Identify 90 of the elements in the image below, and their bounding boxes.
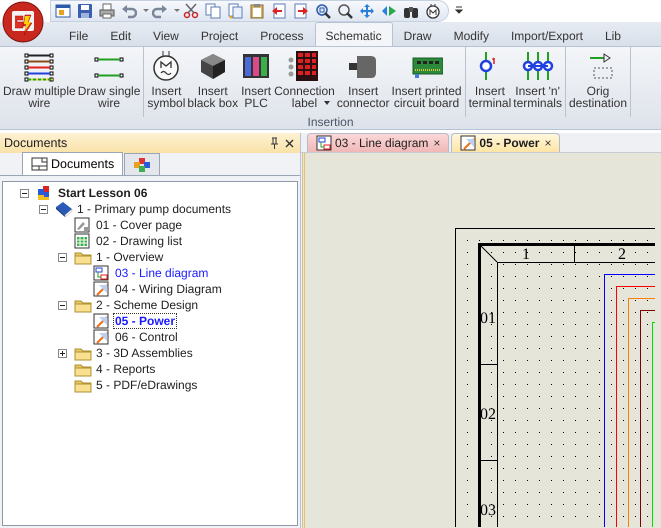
label-grid-icon: [288, 50, 320, 82]
next-page-icon[interactable]: [293, 3, 309, 19]
close-icon[interactable]: [285, 138, 294, 148]
overflow-caret-icon[interactable]: [455, 6, 463, 14]
collapse-icon[interactable]: [20, 188, 29, 198]
undo-icon[interactable]: [121, 3, 137, 19]
tree-item[interactable]: 1 - Overview: [94, 249, 166, 265]
menu-tab[interactable]: Edit: [99, 22, 142, 46]
page-pen-icon: [74, 217, 90, 233]
menu-tab[interactable]: Lib: [594, 22, 632, 46]
collapse-icon[interactable]: [58, 300, 67, 310]
copy-icon[interactable]: [205, 3, 221, 19]
pencil-page-icon: [460, 135, 476, 151]
ribbon-button[interactable]: Draw single wire: [76, 47, 142, 117]
ribbon-button[interactable]: Insert printed circuit board: [390, 47, 463, 117]
search-icon[interactable]: [337, 3, 353, 19]
row-number: 03: [480, 502, 496, 519]
tree-item[interactable]: Start Lesson 06: [56, 185, 150, 201]
zoom-fit-icon[interactable]: [315, 3, 331, 19]
ribbon-button[interactable]: Insert 'n' terminals: [512, 47, 563, 117]
panel-title: Documents: [4, 134, 68, 152]
menu-tab[interactable]: Modify: [442, 22, 500, 46]
document-tab[interactable]: 03 - Line diagram ×: [307, 133, 450, 152]
navigate-icon[interactable]: [381, 3, 397, 19]
tree-item[interactable]: 3 - 3D Assemblies: [94, 345, 195, 361]
tree-item[interactable]: 01 - Cover page: [94, 217, 184, 233]
tree-item[interactable]: 4 - Reports: [94, 361, 158, 377]
tree-item[interactable]: 1 - Primary pump documents: [75, 201, 234, 217]
panel-tab[interactable]: [124, 153, 160, 175]
tree-item[interactable]: 05 - Power: [113, 313, 178, 329]
motor-symbol-icon[interactable]: [425, 3, 441, 19]
ribbon-button[interactable]: Insert connector: [336, 47, 391, 117]
tree-item[interactable]: 5 - PDF/eDrawings: [94, 377, 200, 393]
folder-icon: [74, 250, 92, 264]
pencil-page-icon: [93, 313, 109, 329]
folder-icon: [74, 346, 92, 360]
folder-icon: [74, 298, 92, 312]
color-cubes-icon: [133, 156, 152, 172]
folder-icon: [74, 378, 92, 392]
table-page-icon: [74, 233, 90, 249]
menu-tab[interactable]: Import/Export: [500, 22, 594, 46]
document-tab[interactable]: 05 - Power ×: [451, 133, 560, 152]
row-number: 01: [480, 310, 496, 327]
redo-icon[interactable]: [152, 3, 168, 19]
pencil-page-icon: [93, 329, 109, 345]
save-icon[interactable]: [77, 3, 93, 19]
menu-tab[interactable]: Draw: [392, 22, 443, 46]
tree-item[interactable]: 2 - Scheme Design: [94, 297, 200, 313]
cubes-icon: [36, 185, 52, 201]
diagram-page-icon: [93, 265, 109, 281]
pan-icon[interactable]: [359, 3, 375, 19]
expand-icon[interactable]: [58, 348, 67, 358]
column-number: 2: [618, 246, 626, 263]
row-number: 02: [480, 406, 496, 423]
folder-icon: [74, 362, 92, 376]
pin-icon[interactable]: [270, 137, 279, 149]
window-icon[interactable]: [55, 3, 71, 19]
column-number: 1: [522, 246, 530, 263]
menu-tab[interactable]: File: [58, 22, 100, 46]
clipboard-icon[interactable]: [249, 3, 265, 19]
ribbon-button[interactable]: Draw multiple wire: [2, 47, 77, 117]
tree-item[interactable]: 03 - Line diagram: [113, 265, 210, 281]
print-icon[interactable]: [99, 3, 115, 19]
book-icon: [55, 201, 73, 217]
collapse-icon[interactable]: [39, 204, 48, 214]
tree-item[interactable]: 02 - Drawing list: [94, 233, 184, 249]
pencil-page-icon: [93, 281, 109, 297]
ribbon-button[interactable]: Connection label: [273, 47, 336, 117]
menu-tab[interactable]: Schematic: [314, 22, 393, 46]
tree-item[interactable]: 06 - Control: [113, 329, 180, 345]
tab-close-button[interactable]: ×: [539, 137, 552, 149]
tree-item[interactable]: 04 - Wiring Diagram: [113, 281, 224, 297]
tab-close-button[interactable]: ×: [428, 137, 440, 149]
ribbon-button[interactable]: Insert black box: [186, 47, 240, 117]
ribbon-button[interactable]: Insert terminal: [468, 47, 512, 117]
ribbon-button[interactable]: Insert symbol: [146, 47, 186, 117]
terminals-icon: [522, 50, 554, 82]
group-label: Insertion: [306, 115, 355, 129]
paste-document-icon[interactable]: [227, 3, 243, 19]
panel-tab[interactable]: Documents: [22, 152, 124, 175]
ribbon-button[interactable]: Orig destination: [568, 47, 628, 117]
menu-tab[interactable]: Process: [249, 22, 315, 46]
menu-tab[interactable]: View: [142, 22, 190, 46]
collapse-icon[interactable]: [58, 252, 67, 262]
scissors-icon[interactable]: [183, 3, 199, 19]
menu-tab[interactable]: Project: [190, 22, 250, 46]
diagram-page-icon: [316, 135, 332, 151]
document-icon: [31, 157, 48, 171]
ribbon-button[interactable]: Insert PLC: [239, 47, 274, 117]
previous-page-icon[interactable]: [271, 3, 287, 19]
